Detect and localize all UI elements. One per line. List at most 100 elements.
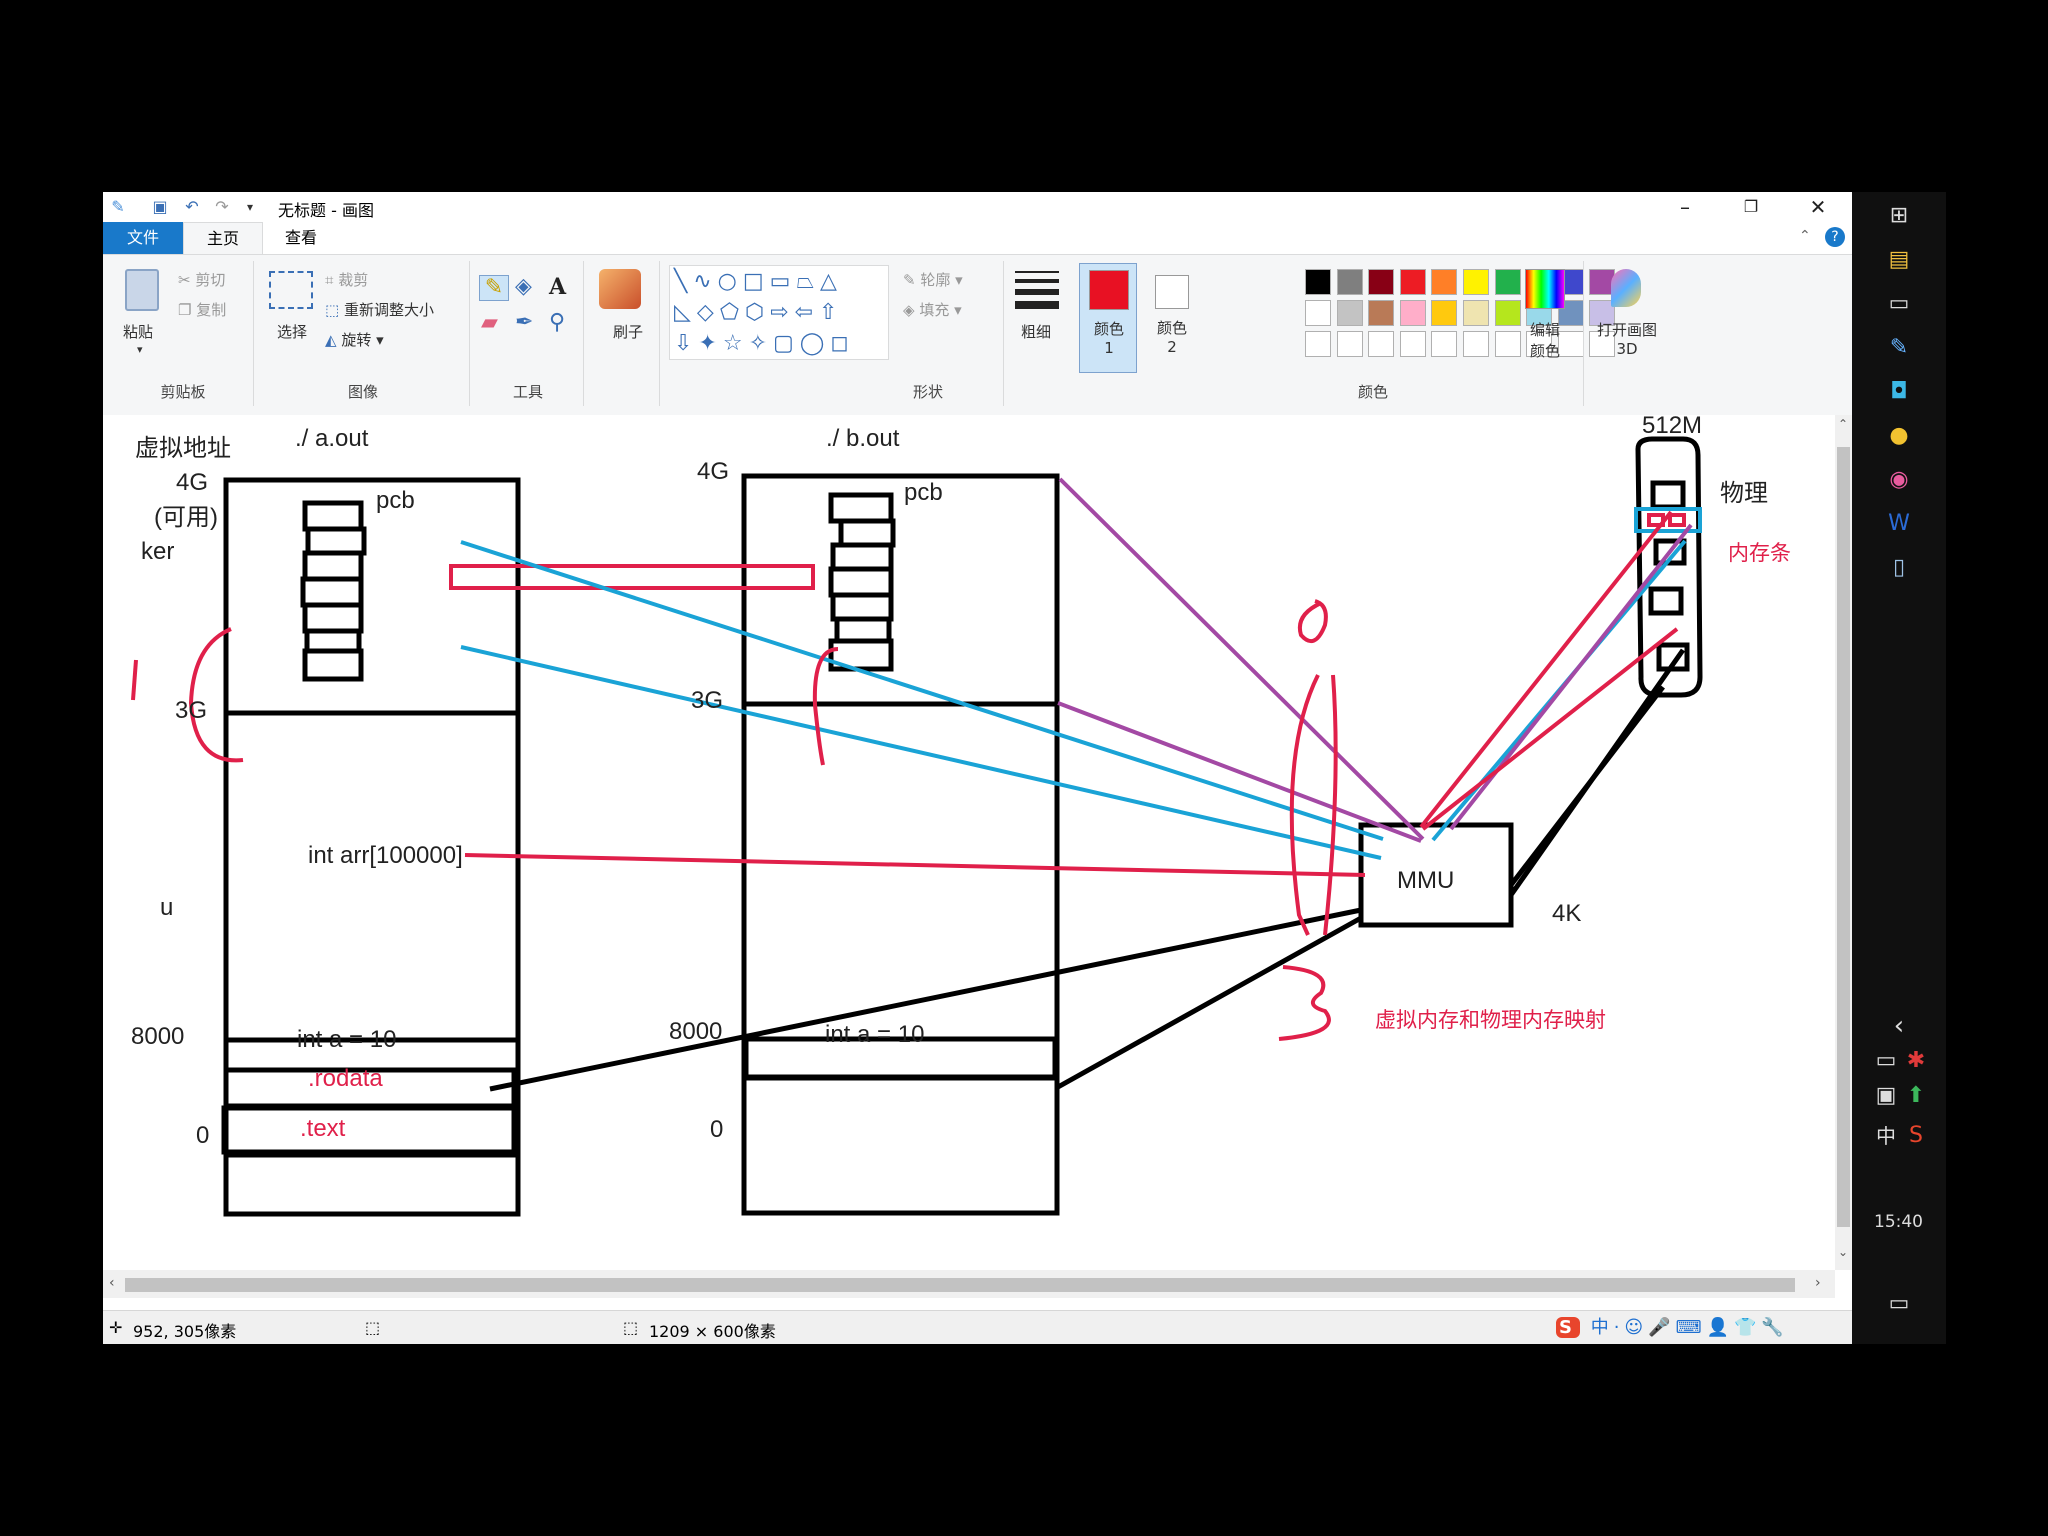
palette-swatch[interactable]	[1463, 300, 1489, 326]
minimize-button[interactable]: –	[1653, 192, 1717, 222]
shapes-gallery[interactable]: ╲∿○□▭⏢△ ◺◇⬠⬡⇨⇦⇧ ⇩✦☆✧▢◯◻	[669, 265, 889, 360]
palette-swatch[interactable]	[1431, 269, 1458, 295]
palette-swatch[interactable]	[1399, 269, 1426, 295]
palette-swatch[interactable]	[1305, 269, 1331, 295]
chrome-icon[interactable]: ◉	[1885, 466, 1913, 494]
vertical-scroll-thumb[interactable]	[1837, 447, 1850, 1227]
sogou-tray-icon[interactable]: S	[1902, 1122, 1930, 1150]
palette-swatch[interactable]	[1368, 269, 1395, 295]
undo-icon[interactable]: ↶	[181, 197, 203, 217]
ime-indicator[interactable]: 中	[1872, 1122, 1900, 1150]
windows-start-icon[interactable]: ⊞	[1885, 202, 1913, 230]
palette-swatch[interactable]	[1305, 300, 1331, 326]
color1-label: 颜色 1	[1093, 320, 1124, 357]
collapse-ribbon-icon[interactable]: ⌃	[1799, 228, 1811, 244]
fill-bucket-icon[interactable]: ◈	[515, 275, 532, 299]
ribbon-separator	[469, 261, 470, 406]
color1-button[interactable]: 颜色 1	[1079, 263, 1137, 373]
outline-label: 轮廓	[920, 271, 951, 289]
palette-swatch[interactable]	[1336, 300, 1363, 326]
palette-swatch[interactable]	[1368, 331, 1395, 357]
redo-icon[interactable]: ↷	[211, 197, 233, 217]
paint3d-icon	[1611, 269, 1641, 307]
ime-toolbar[interactable]: S 中·☺🎤⌨👤👕🔧	[1556, 1313, 1846, 1343]
fill-button[interactable]: ◈ 填充 ▾	[903, 299, 962, 320]
word-icon[interactable]: W	[1885, 510, 1913, 538]
int-arr-label: int arr[100000]	[308, 842, 463, 869]
page-size-label: 4K	[1552, 900, 1582, 927]
paint-taskbar-icon[interactable]: ✎	[1885, 334, 1913, 362]
magnifier-icon[interactable]: ⚲	[549, 311, 565, 335]
help-icon[interactable]: ?	[1825, 227, 1845, 247]
brush-icon	[599, 269, 641, 309]
vertical-scrollbar[interactable]: ⌃ ⌄	[1835, 415, 1852, 1270]
show-hidden-icons[interactable]: ‹	[1885, 1012, 1913, 1040]
scroll-right-icon[interactable]: ›	[1815, 1275, 1821, 1291]
tab-view[interactable]: 查看	[263, 222, 339, 254]
update-icon[interactable]: ⬆	[1902, 1082, 1930, 1110]
horizontal-scrollbar[interactable]: ‹ ›	[103, 1270, 1835, 1298]
restore-button[interactable]: ❐	[1719, 192, 1783, 222]
size-button[interactable]: 粗细	[1007, 265, 1067, 375]
select-button[interactable]: 选择	[263, 265, 313, 375]
scroll-left-icon[interactable]: ‹	[109, 1275, 115, 1291]
notification-icon[interactable]: ▭	[1885, 1290, 1913, 1318]
resize-button[interactable]: ⬚ 重新调整大小	[325, 299, 434, 320]
network-icon[interactable]: ▣	[1872, 1082, 1900, 1110]
palette-swatch[interactable]	[1336, 269, 1363, 295]
palette-swatch[interactable]	[1336, 331, 1363, 357]
chat-icon[interactable]: ▭	[1885, 290, 1913, 318]
eraser-icon[interactable]: ▰	[481, 311, 498, 335]
scroll-down-icon[interactable]: ⌄	[1838, 1245, 1848, 1259]
edit-colors-label: 编辑颜色	[1529, 321, 1560, 360]
file-explorer-icon[interactable]: ▤	[1885, 246, 1913, 274]
palette-swatch[interactable]	[1399, 300, 1426, 326]
cut-button[interactable]: ✂ 剪切	[178, 269, 225, 290]
clipboard-icon	[125, 269, 159, 311]
open-paint3d-button[interactable]: 打开画图 3D	[1591, 265, 1659, 375]
shapes-row-2: ◺◇⬠⬡⇨⇦⇧	[674, 300, 844, 325]
line-size-icon	[1015, 271, 1059, 309]
horizontal-scroll-thumb[interactable]	[125, 1278, 1795, 1292]
antivirus-icon[interactable]: ✱	[1902, 1047, 1930, 1075]
copy-icon: ❐	[178, 301, 192, 319]
tab-home[interactable]: 主页	[183, 222, 263, 254]
app-icon-square[interactable]: ◘	[1885, 378, 1913, 406]
paste-label: 粘贴	[123, 323, 154, 341]
text-tool-icon[interactable]: A	[549, 275, 566, 299]
fill-icon: ◈	[903, 301, 915, 319]
palette-swatch[interactable]	[1399, 331, 1426, 357]
palette-swatch[interactable]	[1305, 331, 1331, 357]
size-label: 粗细	[1021, 323, 1052, 341]
outline-icon: ✎	[903, 271, 916, 289]
app-icon-circle[interactable]: ●	[1885, 422, 1913, 450]
crop-button[interactable]: ⌗ 裁剪	[325, 269, 368, 290]
notepad-icon[interactable]: ▯	[1885, 554, 1913, 582]
rotate-button[interactable]: ◭ 旋转 ▾	[325, 329, 384, 350]
color2-button[interactable]: 颜色 2	[1143, 263, 1201, 373]
tab-file[interactable]: 文件	[103, 222, 183, 254]
palette-swatch[interactable]	[1431, 300, 1458, 326]
fill-label: 填充	[919, 301, 950, 319]
clock-time[interactable]: 15:40	[1874, 1212, 1923, 1232]
mmu-label: MMU	[1397, 867, 1455, 894]
palette-swatch[interactable]	[1463, 269, 1489, 295]
paste-button[interactable]: 粘贴 ▾	[111, 265, 171, 375]
paint-app-icon[interactable]: ✎	[107, 197, 129, 217]
palette-swatch[interactable]	[1463, 331, 1489, 357]
brushes-button[interactable]: 刷子	[593, 265, 647, 375]
scroll-up-icon[interactable]: ⌃	[1838, 417, 1848, 431]
save-icon[interactable]: ▣	[149, 197, 171, 217]
edit-colors-button[interactable]: 编辑颜色	[1515, 265, 1575, 375]
battery-icon[interactable]: ▭	[1872, 1047, 1900, 1075]
drawing-canvas[interactable]: 虚拟地址 ./ a.out ./ b.out 4G (可用) ker pcb 3…	[103, 412, 1835, 1270]
palette-swatch[interactable]	[1368, 300, 1395, 326]
cut-label: 剪切	[195, 271, 226, 289]
outline-button[interactable]: ✎ 轮廓 ▾	[903, 269, 963, 290]
pencil-icon[interactable]: ✎	[479, 275, 509, 301]
palette-swatch[interactable]	[1431, 331, 1458, 357]
copy-button[interactable]: ❐ 复制	[178, 299, 226, 320]
color-picker-icon[interactable]: ✒	[515, 311, 533, 335]
customize-toolbar-icon[interactable]: ▾	[239, 197, 261, 217]
close-button[interactable]: ✕	[1786, 192, 1850, 222]
